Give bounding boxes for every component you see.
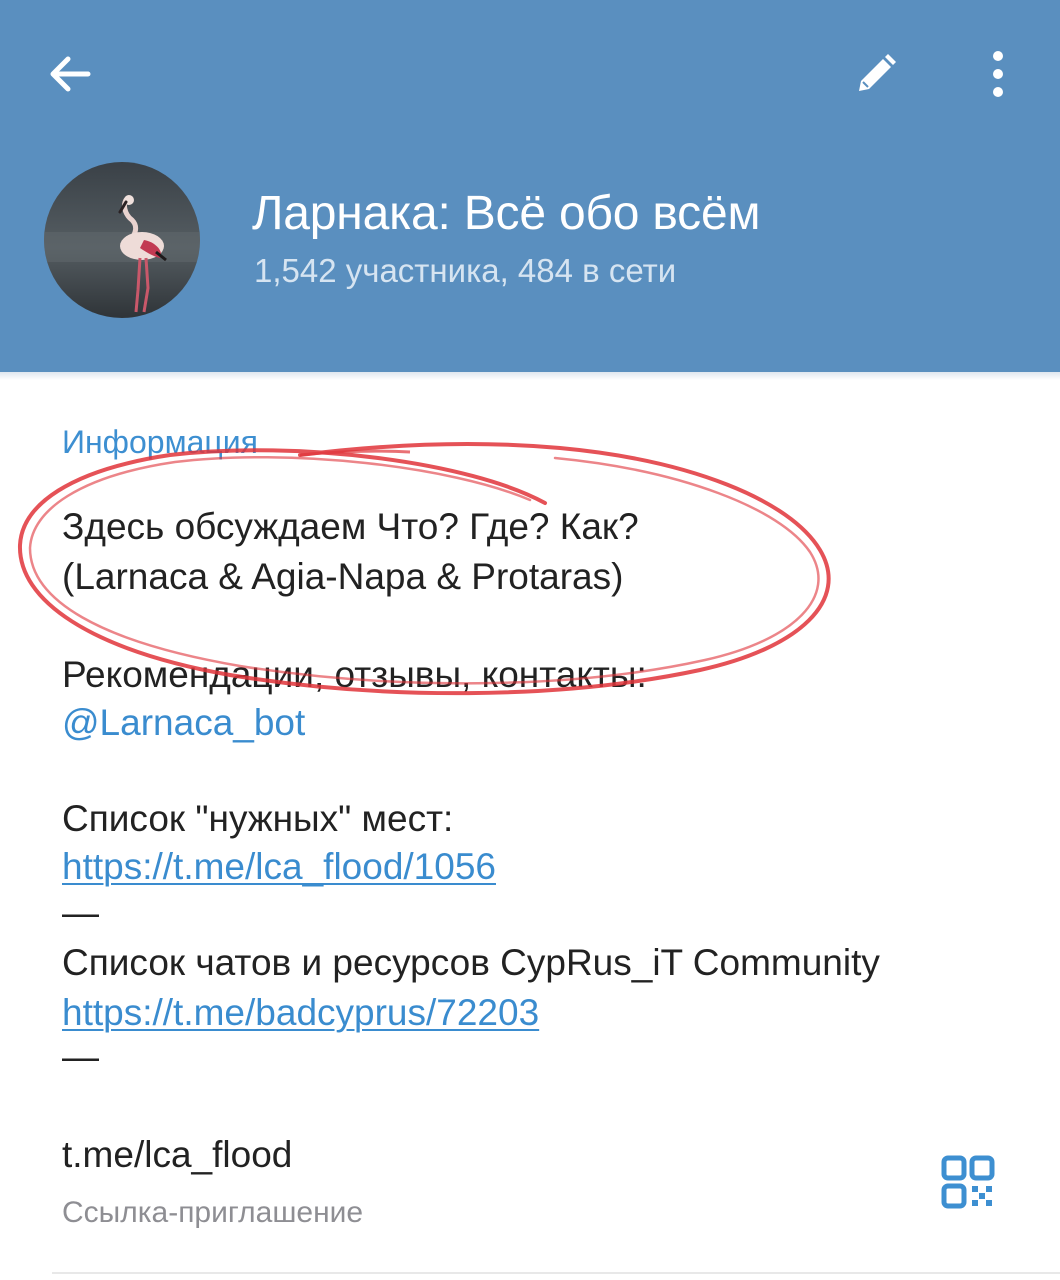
group-avatar[interactable]	[44, 162, 200, 318]
edit-button[interactable]	[838, 36, 914, 112]
profile-header: Ларнака: Всё обо всём 1,542 участника, 4…	[0, 0, 1060, 372]
member-count: 1,542 участника, 484 в сети	[254, 252, 677, 289]
invite-link[interactable]: t.me/lca_flood	[62, 1134, 292, 1176]
bot-mention-link[interactable]: @Larnaca_bot	[62, 702, 305, 744]
flamingo-avatar-image	[44, 162, 200, 318]
qr-code-button[interactable]	[936, 1150, 1000, 1214]
divider	[52, 1272, 1060, 1274]
description-line: Здесь обсуждаем Что? Где? Как?	[62, 506, 639, 547]
community-resources-link[interactable]: https://t.me/badcyprus/72203	[62, 992, 539, 1034]
description-line: Список "нужных" мест:	[62, 798, 454, 839]
header-shadow	[0, 372, 1060, 380]
group-title: Ларнака: Всё обо всём	[252, 187, 761, 240]
separator-dash: —	[62, 1036, 99, 1077]
qr-code-icon	[941, 1155, 995, 1209]
more-options-button[interactable]	[960, 36, 1036, 112]
back-button[interactable]	[30, 36, 110, 112]
more-vertical-icon	[993, 51, 1003, 97]
separator-dash: —	[62, 892, 99, 933]
invite-link-label: Ссылка-приглашение	[62, 1196, 364, 1229]
description-line: Список чатов и ресурсов CypRus_iT Commun…	[62, 942, 880, 983]
description-line: (Larnaca & Agia-Napa & Protaras)	[62, 556, 624, 597]
places-list-link[interactable]: https://t.me/lca_flood/1056	[62, 846, 496, 888]
pencil-icon	[859, 54, 896, 91]
description-line: Рекомендации, отзывы, контакты:	[62, 654, 647, 695]
arrow-left-icon	[50, 56, 91, 92]
info-section-title: Информация	[62, 424, 258, 460]
